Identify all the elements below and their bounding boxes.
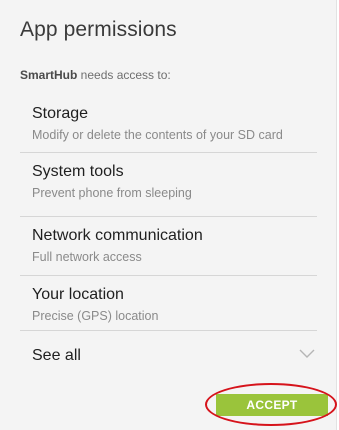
chevron-down-icon — [299, 349, 315, 358]
permission-name: Network communication — [32, 227, 203, 244]
permission-description: Prevent phone from sleeping — [32, 186, 192, 200]
dialog-subtitle: SmartHub needs access to: — [20, 68, 171, 82]
app-name: SmartHub — [20, 68, 78, 82]
highlight-ring — [205, 383, 337, 426]
permission-name: Your location — [32, 286, 124, 303]
see-all-label: See all — [32, 347, 81, 364]
permission-description: Modify or delete the contents of your SD… — [32, 128, 283, 142]
accept-area: ACCEPT — [205, 383, 339, 428]
permissions-dialog: App permissions SmartHub needs access to… — [0, 0, 337, 430]
permission-name: System tools — [32, 163, 124, 180]
see-all-row[interactable]: See all — [20, 330, 317, 380]
permission-description: Full network access — [32, 250, 142, 264]
subtitle-text: needs access to: — [77, 68, 171, 82]
permission-item-storage[interactable]: Storage Modify or delete the contents of… — [20, 95, 317, 152]
permission-name: Storage — [32, 105, 89, 122]
permission-item-network[interactable]: Network communication Full network acces… — [20, 216, 317, 273]
permission-item-location[interactable]: Your location Precise (GPS) location — [20, 275, 317, 332]
permission-description: Precise (GPS) location — [32, 309, 159, 323]
dialog-title: App permissions — [20, 18, 177, 41]
permission-item-system-tools[interactable]: System tools Prevent phone from sleeping — [20, 152, 317, 209]
